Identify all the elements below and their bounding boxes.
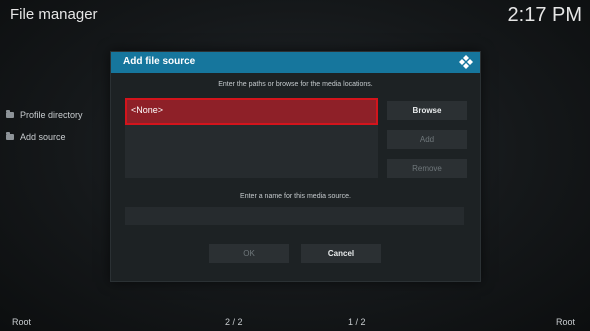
paths-instruction: Enter the paths or browse for the media … (218, 81, 373, 88)
source-name-input[interactable] (125, 207, 464, 225)
footer-right: Root (556, 317, 576, 327)
dialog-title: Add file source (123, 56, 196, 67)
remove-button[interactable]: Remove (387, 159, 467, 178)
side-item-profile-directory[interactable]: Profile directory (6, 104, 83, 126)
side-item-add-source[interactable]: Add source (6, 126, 83, 148)
folder-icon (6, 110, 14, 118)
side-list: Profile directory Add source (6, 104, 83, 148)
side-item-label: Profile directory (20, 110, 83, 120)
add-button[interactable]: Add (387, 130, 467, 149)
dialog-header: Add file source (111, 52, 480, 73)
path-item-label: <None> (131, 105, 164, 115)
cancel-button[interactable]: Cancel (301, 244, 381, 263)
path-list: <None> (125, 98, 378, 178)
name-instruction: Enter a name for this media source. (240, 193, 351, 200)
browse-button[interactable]: Browse (387, 101, 467, 120)
header-clock: 2:17 PM (507, 4, 582, 26)
kodi-logo-icon (459, 55, 473, 69)
folder-icon (6, 132, 14, 140)
footer: Root 2 / 2 1 / 2 Root (0, 315, 590, 331)
footer-left: Root (12, 317, 32, 327)
footer-mid-left: 2 / 2 (225, 317, 243, 327)
ok-button[interactable]: OK (209, 244, 289, 263)
header-title: File manager (10, 6, 98, 23)
path-item-focused[interactable]: <None> (125, 98, 378, 125)
footer-mid-right: 1 / 2 (348, 317, 366, 327)
side-item-label: Add source (20, 132, 66, 142)
add-source-dialog: Add file source Enter the paths or brows… (110, 51, 481, 282)
